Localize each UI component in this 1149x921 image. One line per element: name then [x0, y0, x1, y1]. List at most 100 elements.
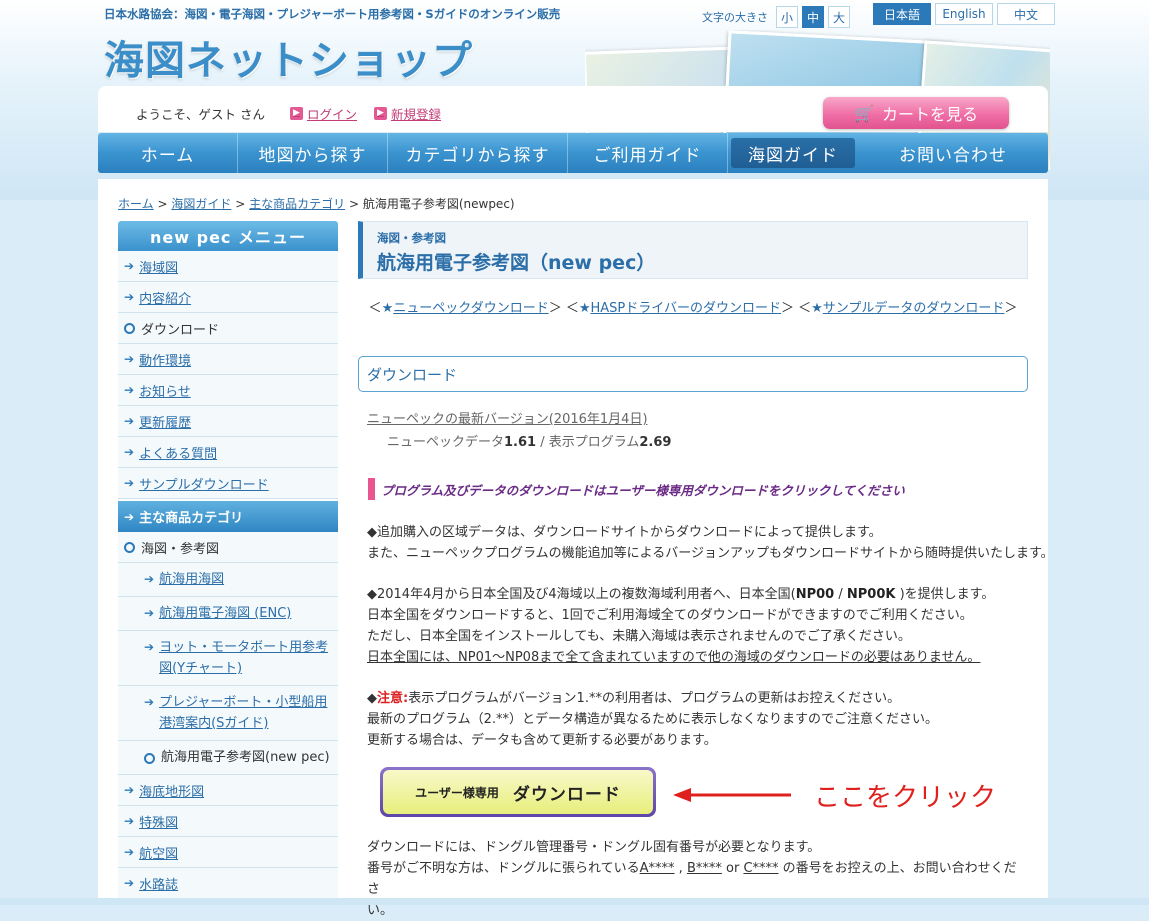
sidebar-item-sample-download[interactable]: ➔ サンプルダウンロード	[118, 468, 338, 499]
user-download-button[interactable]: ユーザー様専用 ダウンロード	[380, 767, 656, 817]
sidebar-sub-s-guide[interactable]: ➔ プレジャーボート・小型船用港湾案内(Sガイド)	[118, 686, 338, 741]
sidebar-item-download[interactable]: ダウンロード	[118, 313, 338, 344]
notice-marker	[368, 478, 375, 500]
user-download-button-face: ユーザー様専用 ダウンロード	[383, 770, 653, 814]
lang-chinese-button[interactable]: 中文	[997, 3, 1055, 25]
sidebar-sub-y-chart[interactable]: ➔ ヨット・モータボート用参考図(Yチャート)	[118, 631, 338, 686]
current-marker-icon	[124, 322, 135, 334]
sidebar-item-special-map[interactable]: ➔ 特殊図	[118, 806, 338, 837]
nav-usage-guide[interactable]: ご利用ガイド	[568, 133, 728, 173]
footer-strip	[0, 898, 1149, 905]
register-link[interactable]: ▶ 新規登録	[374, 104, 441, 123]
breadcrumb-current: 航海用電子参考図(newpec)	[362, 197, 515, 211]
arrow-right-icon: ➔	[144, 640, 155, 654]
arrow-right-icon: ▶	[374, 107, 387, 120]
sidebar-item-faq[interactable]: ➔ よくある質問	[118, 437, 338, 468]
breadcrumb-home[interactable]: ホーム	[118, 197, 154, 211]
main-nav: ホーム 地図から探す カテゴリから探す ご利用ガイド 海図ガイド お問い合わせ	[98, 133, 1048, 173]
arrow-right-icon: ➔	[124, 414, 135, 428]
current-marker-icon	[144, 753, 155, 764]
arrow-left-icon	[673, 788, 791, 802]
font-size-small-button[interactable]: 小	[776, 6, 798, 28]
site-logo[interactable]: 海図ネットショップ	[104, 28, 473, 86]
page-category: 海図・参考図	[377, 231, 446, 245]
arrow-right-icon: ➔	[124, 290, 135, 304]
click-here-annotation: ここをクリック	[814, 783, 997, 813]
arrow-right-icon: ➔	[144, 695, 155, 709]
nav-search-by-map[interactable]: 地図から探す	[238, 133, 388, 173]
sidebar-category-title: ➔ 主な商品カテゴリ	[118, 501, 338, 532]
arrow-right-icon: ➔	[144, 572, 155, 586]
sidebar-item-overview[interactable]: ➔ 内容紹介	[118, 282, 338, 313]
main-panel: ホーム > 海図ガイド > 主な商品カテゴリ > 航海用電子参考図(newpec…	[98, 179, 1054, 918]
arrow-right-icon: ➔	[124, 845, 135, 859]
arrow-right-icon: ➔	[124, 509, 135, 524]
login-label: ログイン	[307, 107, 358, 122]
font-size-large-button[interactable]: 大	[828, 6, 850, 28]
shopping-cart-icon: 🛒	[854, 103, 874, 123]
download-notice: プログラム及びデータのダウンロードはユーザー様専用ダウンロードをクリックしてくだ…	[368, 478, 1028, 500]
download-button-sublabel: ユーザー様専用	[415, 785, 499, 800]
quicklink-newpec-download[interactable]: ニューペックダウンロード	[393, 301, 548, 316]
sidebar-item-environment[interactable]: ➔ 動作環境	[118, 344, 338, 375]
login-link[interactable]: ▶ ログイン	[290, 104, 357, 123]
nav-chart-guide[interactable]: 海図ガイド	[731, 138, 855, 168]
sidebar: new pec メニュー ➔ 海域図 ➔ 内容紹介 ダウンロード ➔ 動作環境 ➔ お知…	[118, 221, 338, 899]
sidebar-item-sailing-directions[interactable]: ➔ 水路誌	[118, 868, 338, 899]
view-cart-button[interactable]: 🛒 カートを見る	[823, 97, 1009, 129]
arrow-right-icon: ➔	[144, 606, 155, 620]
breadcrumb-category[interactable]: 主な商品カテゴリ	[249, 197, 345, 211]
sidebar-sub-nautical-chart[interactable]: ➔ 航海用海図	[118, 563, 338, 597]
nav-contact[interactable]: お問い合わせ	[858, 133, 1048, 173]
nav-search-by-category[interactable]: カテゴリから探す	[388, 133, 568, 173]
nav-home[interactable]: ホーム	[98, 133, 238, 173]
lang-japanese-button[interactable]: 日本語	[873, 3, 931, 25]
cart-label: カートを見る	[881, 105, 978, 124]
font-size-medium-button[interactable]: 中	[802, 6, 824, 28]
quicklinks: ＜★ニューペックダウンロード＞ ＜★HASPドライバーのダウンロード＞ ＜★サン…	[368, 301, 1018, 316]
welcome-text: ようこそ、ゲスト さん	[136, 107, 265, 122]
sidebar-item-news[interactable]: ➔ お知らせ	[118, 375, 338, 406]
sidebar-sub-enc[interactable]: ➔ 航海用電子海図 (ENC)	[118, 597, 338, 631]
latest-version-link[interactable]: ニューペックの最新バージョン(2016年1月4日)	[367, 408, 1028, 427]
quicklink-sample-data[interactable]: サンプルデータのダウンロード	[823, 301, 1005, 316]
arrow-right-icon: ➔	[124, 476, 135, 490]
arrow-right-icon: ➔	[124, 783, 135, 797]
lang-english-button[interactable]: English	[935, 3, 993, 25]
arrow-right-icon: ▶	[290, 107, 303, 120]
page-title: 航海用電子参考図（new pec）	[377, 252, 656, 274]
arrow-right-icon: ➔	[124, 814, 135, 828]
section-title: ダウンロード	[358, 356, 1028, 392]
breadcrumb: ホーム > 海図ガイド > 主な商品カテゴリ > 航海用電子参考図(newpec…	[118, 197, 515, 211]
logo-text: 海図ネットショップ	[104, 38, 473, 84]
arrow-right-icon: ➔	[124, 876, 135, 890]
star-icon: ★	[381, 301, 394, 316]
arrow-right-icon: ➔	[124, 259, 135, 273]
sidebar-item-area-map[interactable]: ➔ 海域図	[118, 251, 338, 282]
register-label: 新規登録	[391, 107, 442, 122]
sidebar-sub-newpec[interactable]: 航海用電子参考図(new pec)	[118, 741, 338, 775]
font-size-label: 文字の大きさ	[702, 11, 768, 24]
sidebar-menu-title: new pec メニュー	[118, 221, 338, 251]
quicklink-hasp-driver[interactable]: HASPドライバーのダウンロード	[591, 301, 782, 316]
info-paragraph-3: ◆注意:表示プログラムがバージョン1.**の利用者は、プログラムの更新はお控えく…	[367, 691, 939, 748]
version-info: ニューペックデータ1.61 / 表示プログラム2.69	[387, 435, 672, 450]
font-size-switcher: 文字の大きさ 小 中 大	[702, 6, 850, 28]
content-area: 海図・参考図 航海用電子参考図（new pec） ＜★ニューペックダウンロード＞…	[358, 221, 1054, 918]
sidebar-item-seabed-map[interactable]: ➔ 海底地形図	[118, 775, 338, 806]
info-paragraph-1: ◆追加購入の区域データは、ダウンロードサイトからダウンロードによって提供します。…	[367, 525, 1054, 561]
sidebar-category-charts[interactable]: 海図・参考図	[118, 532, 338, 563]
sidebar-item-aero-chart[interactable]: ➔ 航空図	[118, 837, 338, 868]
language-switcher: 日本語 English 中文	[873, 3, 1055, 25]
breadcrumb-chart-guide[interactable]: 海図ガイド	[171, 197, 231, 211]
site-tagline: 日本水路協会：海図・電子海図・プレジャーボート用参考図・Sガイドのオンライン販売	[104, 7, 561, 21]
arrow-right-icon: ➔	[124, 383, 135, 397]
info-paragraph-2: ◆2014年4月から日本全国及び4海域以上の複数海域利用者へ、日本全国(NP00…	[367, 587, 995, 665]
star-icon: ★	[578, 301, 591, 316]
sidebar-item-history[interactable]: ➔ 更新履歴	[118, 406, 338, 437]
page-title-box: 海図・参考図 航海用電子参考図（new pec）	[358, 221, 1028, 279]
arrow-right-icon: ➔	[124, 352, 135, 366]
dongle-info: ダウンロードには、ドングル管理番号・ドングル固有番号が必要となります。 番号がご…	[367, 840, 1017, 918]
download-button-label: ダウンロード	[512, 784, 621, 805]
current-marker-icon	[124, 541, 135, 553]
